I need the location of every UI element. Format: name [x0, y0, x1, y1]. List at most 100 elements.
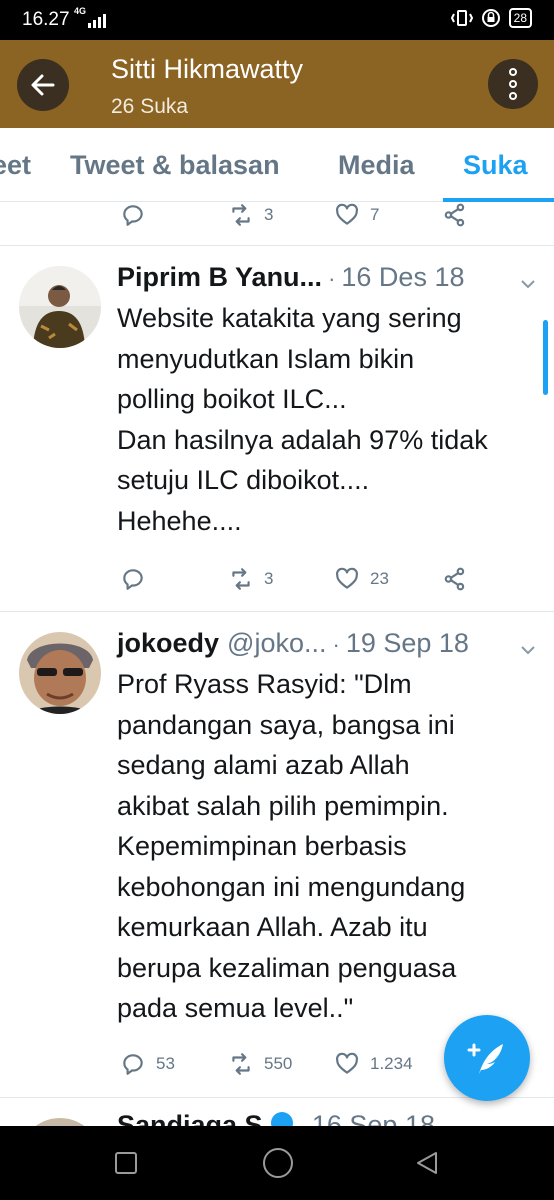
profile-name: Sitti Hikmawatty: [111, 54, 304, 84]
like-count: 23: [370, 569, 389, 588]
avatar[interactable]: [19, 266, 101, 348]
tweet-text-line: Kepemimpinan berbasis: [117, 831, 407, 861]
tweet-header: Sandiaga S · 16 Sep 18: [117, 1110, 435, 1126]
retweet-icon: [232, 1053, 250, 1075]
tweet-separator: ·: [332, 632, 340, 657]
tweet-text-line: polling boikot ILC...: [117, 384, 347, 414]
reply-icon: [123, 1054, 143, 1075]
user-photo-icon: [19, 266, 101, 348]
tweet-author-name[interactable]: Piprim B Yanu...: [117, 262, 322, 293]
tweet-actions: 3 23: [0, 566, 554, 598]
tab-media[interactable]: Media: [338, 150, 415, 181]
reply-icon: [123, 569, 143, 590]
retweet-button[interactable]: 550: [228, 1051, 292, 1077]
tweet-text-line: menyudutkan Islam bikin: [117, 343, 415, 374]
tweet-text-line: Prof Ryass Rasyid: "Dlm: [117, 669, 412, 699]
signal-icon: [88, 12, 106, 28]
tweet-divider: [0, 245, 554, 246]
reply-button[interactable]: [120, 566, 146, 592]
share-button[interactable]: [442, 566, 468, 592]
heart-icon: [336, 203, 358, 225]
retweet-icon: [232, 204, 250, 226]
tweet-text-line: pandangan saya, bangsa ini: [117, 709, 455, 740]
heart-icon: [336, 1052, 358, 1074]
status-icons: 28: [450, 8, 532, 28]
battery-indicator: 28: [508, 8, 532, 28]
tweet-menu-caret[interactable]: [520, 276, 536, 292]
avatar[interactable]: [19, 632, 101, 714]
tweet-text-line: akibat salah pilih pemimpin.: [117, 790, 449, 821]
tweet-text-line: setuju ILC diboikot....: [117, 465, 370, 495]
retweet-count: 3: [264, 205, 274, 224]
dot-icon: [509, 92, 517, 100]
tweet-author-name[interactable]: Sandiaga S: [117, 1110, 263, 1126]
like-count: 1.234: [370, 1054, 413, 1073]
share-button[interactable]: [442, 202, 468, 228]
tweet-text-line: Dan hasilnya adalah 97% tidak: [117, 424, 488, 455]
likes-count: 26 Suka: [111, 95, 189, 118]
user-photo-icon: [19, 1118, 101, 1126]
chevron-down-icon: [521, 646, 535, 655]
tweet-text-line: kebohongan ini mengundang: [117, 871, 466, 902]
like-button[interactable]: 23: [334, 566, 389, 592]
tweet-text-line: berupa kezaliman penguasa: [117, 952, 457, 983]
retweet-count: 550: [264, 1054, 293, 1073]
profile-tabs: eet Tweet & balasan Media Suka: [0, 128, 554, 202]
tweet-date: 16 Sep 18: [311, 1110, 435, 1126]
tweet-divider: [0, 611, 554, 612]
tweet-text: Website katakita yang sering menyudutkan…: [117, 298, 542, 541]
tweet-text: Prof Ryass Rasyid: "Dlm pandangan saya, …: [117, 664, 542, 1029]
verified-badge-icon: [270, 1112, 293, 1126]
heart-icon: [336, 567, 358, 589]
retweet-button[interactable]: 3: [228, 202, 273, 228]
tab-tweet[interactable]: eet: [0, 150, 31, 181]
scrollbar[interactable]: [543, 320, 548, 395]
share-icon: [444, 567, 465, 591]
tab-tweet-balasan[interactable]: Tweet & balasan: [70, 150, 280, 181]
profile-header: Sitti Hikmawatty 26 Suka: [0, 40, 554, 128]
more-options-button[interactable]: [488, 59, 538, 109]
tweet-actions: 3 7: [0, 202, 554, 234]
tweet-feed[interactable]: 3 7 Piprim B Yanu... · 16 Des 18 Website…: [0, 202, 554, 1126]
user-photo-icon: [19, 632, 101, 714]
chevron-down-icon: [521, 280, 535, 289]
like-button[interactable]: 1.234: [334, 1051, 413, 1077]
avatar[interactable]: [19, 1118, 101, 1126]
tweet-author-name[interactable]: jokoedy: [117, 628, 219, 659]
nav-back-icon[interactable]: [414, 1150, 440, 1176]
network-type: 4G: [74, 6, 87, 16]
tweet-separator: ·: [328, 266, 336, 291]
retweet-button[interactable]: 3: [228, 566, 273, 592]
tweet-text-line: Hehehe....: [117, 505, 242, 536]
dot-icon: [509, 80, 517, 88]
tweet-date: 19 Sep 18: [345, 628, 469, 658]
reply-button[interactable]: [120, 202, 146, 228]
dot-icon: [509, 68, 517, 76]
status-time: 16.27: [22, 9, 70, 30]
system-navigation-bar: [0, 1126, 554, 1200]
tweet-menu-caret[interactable]: [520, 642, 536, 658]
recent-apps-button[interactable]: [115, 1152, 137, 1174]
retweet-count: 3: [264, 569, 274, 588]
tab-suka[interactable]: Suka: [463, 150, 528, 181]
vibrate-icon: [450, 10, 473, 26]
compose-tweet-icon: [467, 1043, 503, 1074]
tweet-text-line: Website katakita yang sering: [117, 303, 462, 333]
status-bar: 16.27 4G 28: [0, 0, 554, 40]
reply-count: 53: [156, 1054, 175, 1073]
tweet-author-handle[interactable]: @joko...: [227, 628, 326, 659]
compose-tweet-button[interactable]: [444, 1015, 530, 1101]
like-count: 7: [370, 205, 380, 224]
arrow-left-icon: [31, 74, 55, 96]
tweet-header: jokoedy @joko... · 19 Sep 18: [117, 628, 469, 659]
tweet-text-line: kemurkaan Allah. Azab itu: [117, 912, 428, 942]
tweet-separator: ·: [299, 1114, 306, 1126]
tweet-date: 16 Des 18: [341, 262, 465, 292]
home-button[interactable]: [263, 1148, 293, 1178]
back-button[interactable]: [17, 59, 69, 111]
retweet-icon: [232, 568, 250, 590]
reply-button[interactable]: 53: [120, 1051, 175, 1077]
like-button[interactable]: 7: [334, 202, 379, 228]
reply-icon: [123, 205, 143, 226]
share-icon: [444, 203, 465, 227]
